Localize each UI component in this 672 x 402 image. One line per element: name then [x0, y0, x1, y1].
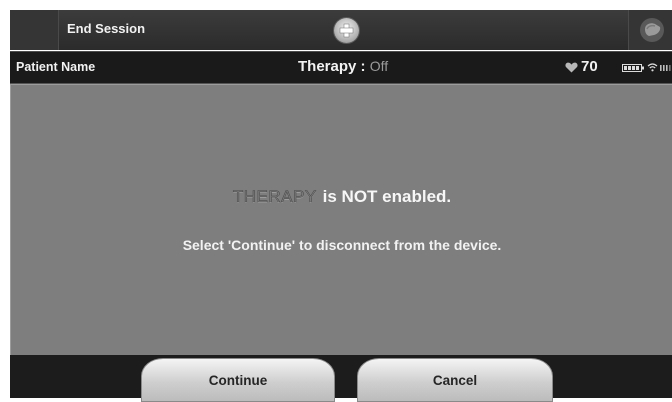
top-toolbar: End Session — [10, 10, 672, 50]
heart-rate-value: 70 — [581, 58, 598, 75]
toolbar-left-slot — [10, 10, 59, 50]
cancel-button[interactable]: Cancel — [357, 358, 553, 402]
action-bar: Continue Cancel — [10, 355, 672, 402]
app-window: End Session Patient Name Therapy : Off 7… — [0, 0, 672, 402]
patient-name-label: Patient Name — [16, 60, 96, 74]
therapy-status-value: Off — [369, 58, 389, 74]
wifi-icon — [647, 63, 658, 72]
therapy-word: THERAPY — [232, 187, 317, 207]
therapy-status: Therapy : Off — [298, 58, 388, 75]
battery-icon — [622, 64, 644, 72]
therapy-status-label: Therapy : — [298, 58, 366, 75]
device-icon — [640, 18, 664, 42]
headline-text: is NOT enabled. — [322, 187, 452, 206]
status-bar: Patient Name Therapy : Off 70 — [10, 51, 672, 84]
signal-icon — [660, 65, 671, 71]
end-session-button[interactable]: End Session — [67, 21, 145, 36]
message-panel: THERAPY is NOT enabled. Select 'Continue'… — [10, 84, 672, 355]
plus-circle-icon[interactable] — [334, 18, 359, 43]
device-menu-button[interactable] — [628, 10, 672, 50]
heart-icon — [565, 62, 578, 73]
therapy-not-enabled-message: THERAPY is NOT enabled. — [11, 187, 672, 207]
disconnect-instruction: Select 'Continue' to disconnect from the… — [182, 237, 502, 253]
continue-button[interactable]: Continue — [141, 358, 335, 402]
